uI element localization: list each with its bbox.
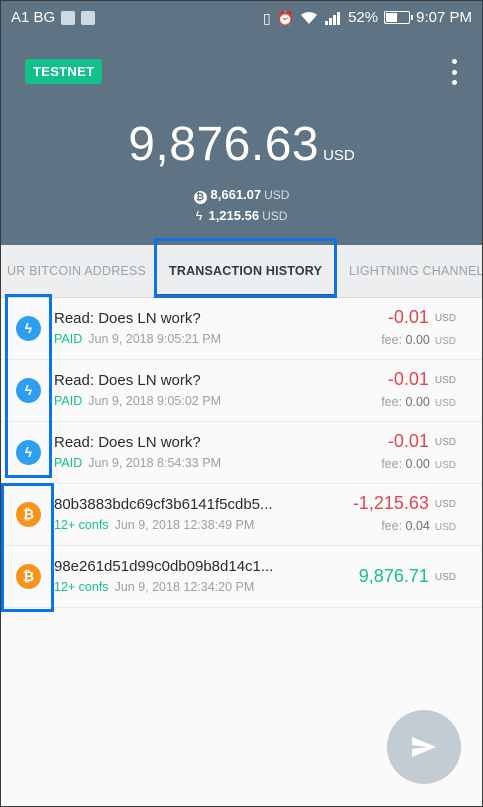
lightning-balance: ϟ 1,215.56 USD	[1, 208, 482, 223]
total-balance: 9,876.63 USD	[1, 117, 482, 172]
tx-amount: -0.01 USD	[387, 431, 456, 451]
lightning-balance-amount: 1,215.56	[208, 208, 260, 223]
tx-date: Jun 9, 2018 9:05:21 PM	[88, 332, 221, 346]
wifi-icon	[301, 11, 318, 24]
highlight-box-transaction-tab	[154, 238, 337, 298]
tx-amount: -0.01 USD	[387, 369, 456, 389]
list-item[interactable]: ϟ Read: Does LN work? PAID Jun 9, 2018 9:…	[1, 298, 482, 360]
app-screen: A1 BG ▯ ⏰ 52% 9:07 PM TESTNET 9,876.63 U…	[0, 0, 483, 807]
battery-percent: 52%	[348, 9, 379, 26]
tx-amount: -0.01 USD	[387, 307, 456, 327]
send-icon	[412, 737, 436, 757]
lightning-bolt-icon: ϟ	[195, 208, 203, 223]
total-balance-amount: 9,876.63	[128, 118, 320, 171]
vibrate-icon: ▯	[262, 9, 271, 26]
bitcoin-balance-amount: 8,661.07	[210, 187, 262, 202]
tx-title: Read: Does LN work?	[54, 310, 201, 327]
list-item[interactable]: ₿ 80b3883bdc69cf3b6141f5cdb5... 12+ conf…	[1, 484, 482, 546]
wallet-header: TESTNET 9,876.63 USD ₿ 8,661.07 USD ϟ 1,215.…	[1, 37, 482, 245]
shield-icon	[81, 10, 96, 25]
tx-fee: fee: 0.00 USD	[381, 457, 456, 471]
carrier-label: A1 BG	[11, 9, 56, 26]
bitcoin-balance: ₿ 8,661.07 USD	[1, 187, 482, 204]
send-button[interactable]	[387, 710, 461, 784]
more-vertical-icon[interactable]	[448, 59, 460, 85]
tx-title: 80b3883bdc69cf3b6141f5cdb5...	[54, 496, 273, 513]
tx-fee: fee: 0.04 USD	[381, 519, 456, 533]
tx-amount: -1,215.63 USD	[352, 493, 456, 513]
list-item[interactable]: ϟ Read: Does LN work? PAID Jun 9, 2018 8:…	[1, 422, 482, 484]
transaction-list: ϟ Read: Does LN work? PAID Jun 9, 2018 9:…	[1, 298, 482, 608]
tx-status: 12+ confs	[54, 518, 109, 532]
tx-status: 12+ confs	[54, 580, 109, 594]
bitcoin-icon: ₿	[193, 191, 207, 204]
clock: 9:07 PM	[416, 9, 472, 26]
tab-lightning-channels[interactable]: LIGHTNING CHANNELS	[349, 245, 482, 297]
bitcoin-balance-unit: USD	[264, 188, 290, 202]
tx-date: Jun 9, 2018 12:38:49 PM	[114, 518, 255, 532]
lightning-balance-unit: USD	[262, 209, 288, 223]
highlight-box-bitcoin-icons	[1, 483, 54, 612]
tx-status: PAID	[54, 332, 83, 346]
alarm-icon: ⏰	[276, 9, 295, 26]
tab-bitcoin-address[interactable]: UR BITCOIN ADDRESS	[7, 245, 146, 297]
tx-amount: 9,876.71 USD	[358, 566, 456, 586]
tx-status: PAID	[54, 394, 83, 408]
total-balance-unit: USD	[323, 147, 355, 164]
status-bar: A1 BG ▯ ⏰ 52% 9:07 PM	[1, 1, 482, 37]
tx-title: Read: Does LN work?	[54, 372, 201, 389]
tx-date: Jun 9, 2018 9:05:02 PM	[88, 394, 221, 408]
tx-fee: fee: 0.00 USD	[381, 333, 456, 347]
tx-status: PAID	[54, 456, 83, 470]
tx-title: Read: Does LN work?	[54, 434, 201, 451]
battery-icon	[384, 11, 414, 24]
signal-icon	[325, 11, 341, 25]
testnet-badge: TESTNET	[25, 59, 103, 84]
list-item[interactable]: ϟ Read: Does LN work? PAID Jun 9, 2018 9:…	[1, 360, 482, 422]
tx-fee: fee: 0.00 USD	[381, 395, 456, 409]
gallery-icon	[61, 10, 76, 25]
list-item[interactable]: ₿ 98e261d51d99c0db09b8d14c1... 12+ confs…	[1, 546, 482, 608]
highlight-box-lightning-icons	[5, 294, 52, 478]
tx-title: 98e261d51d99c0db09b8d14c1...	[54, 558, 274, 575]
tx-date: Jun 9, 2018 12:34:20 PM	[114, 580, 255, 594]
tx-date: Jun 9, 2018 8:54:33 PM	[88, 456, 221, 470]
